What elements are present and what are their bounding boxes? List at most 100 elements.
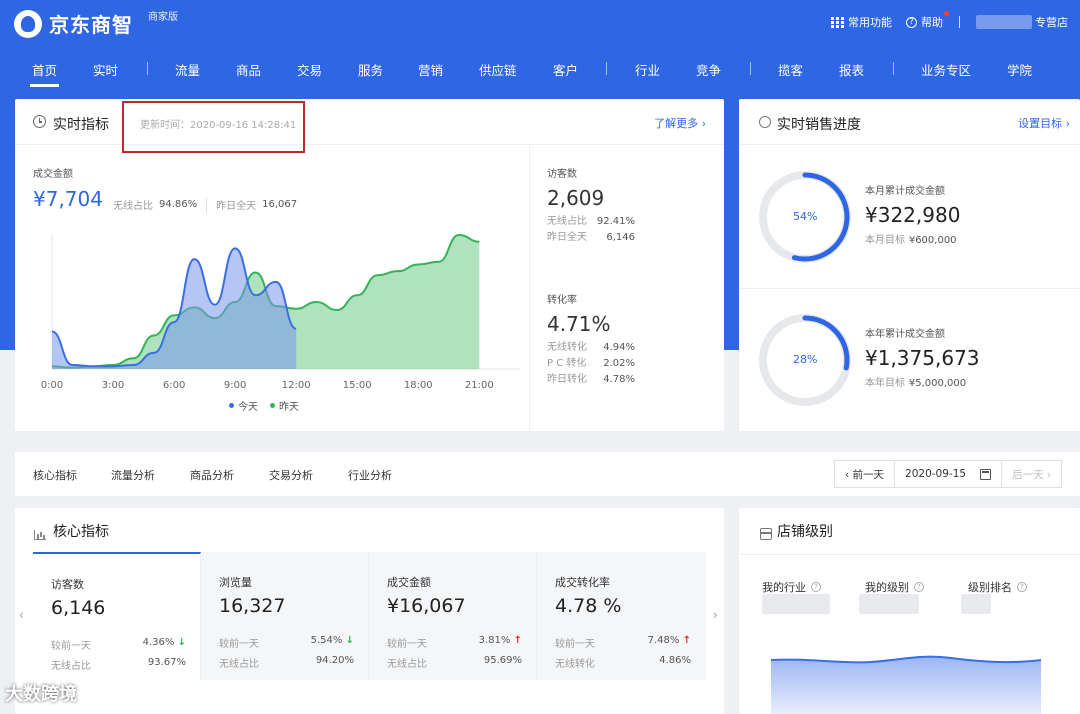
realtime-chart: 0:00 3:00 6:00 9:00 12:00 15:00 18:00 21:00: [41, 233, 520, 391]
tab-industry-analysis[interactable]: 行业分析: [348, 467, 392, 483]
divider: [739, 288, 1080, 289]
shop-suffix: 专营店: [1035, 16, 1068, 29]
brand-name: 京东商智: [49, 13, 133, 37]
year-label: 本年累计成交金额: [865, 329, 945, 340]
nav-separator: [893, 62, 894, 75]
common-functions-label: 常用功能: [848, 16, 892, 29]
update-time-highlight: [122, 101, 305, 153]
help-question-icon[interactable]: ?: [1017, 582, 1027, 592]
nav-item-home[interactable]: 首页: [29, 60, 60, 87]
visitors-label: 访客数: [547, 169, 577, 180]
yesterday-value: 16,067: [262, 199, 298, 210]
x-tick-label: 18:00: [404, 380, 433, 391]
shop-menu[interactable]: 专营店: [960, 14, 1068, 30]
nav-item-competition[interactable]: 竞争: [696, 60, 721, 79]
sub-label: 无线占比: [219, 659, 259, 670]
nav-item-reports[interactable]: 报表: [839, 60, 864, 79]
date-value: 2020-09-15: [905, 468, 967, 480]
metric-card-conversion[interactable]: 成交转化率 4.78 % 较前一天 7.48% ↑ 无线转化 4.86%: [537, 552, 705, 680]
store-icon: [760, 528, 772, 540]
year-stats: 本年累计成交金额 ¥1,375,673 本年目标 ¥5,000,000: [865, 325, 980, 389]
compare-label: 较前一天: [51, 641, 91, 652]
date-navigator: ‹ 前一天 2020-09-15 后一天 ›: [834, 460, 1063, 488]
conv-yesterday-value: 4.78%: [603, 374, 635, 385]
jd-logo-icon: [14, 9, 42, 38]
common-functions-button[interactable]: 常用功能: [831, 14, 892, 30]
month-percent: 54%: [793, 210, 818, 223]
nav-item-trade[interactable]: 交易: [297, 60, 322, 79]
level-trend-area: [771, 656, 1041, 714]
top-bar: 京东商智 商家版 常用功能 ? 帮助 专营店: [0, 0, 1080, 44]
nav-separator: [147, 62, 148, 75]
calendar-icon: [980, 468, 992, 480]
core-metrics-card: 核心指标 ‹ › 访客数 6,146 较前一天 4.36% ↓ 无线占比 93.67…: [15, 508, 724, 714]
level-rank-label: 级别排名: [968, 581, 1012, 594]
tab-trade-analysis[interactable]: 交易分析: [269, 467, 313, 483]
metric-card-sales[interactable]: 成交金额 ¥16,067 较前一天 3.81% ↑ 无线占比 95.69%: [369, 552, 537, 680]
progress-card-header: 实时销售进度 设置目标 ›: [739, 99, 1080, 145]
prev-day-button[interactable]: ‹ 前一天: [835, 461, 896, 487]
my-level-label: 我的级别: [865, 581, 909, 594]
nav-item-marketing[interactable]: 营销: [418, 60, 443, 79]
wireless-share-value: 94.86%: [159, 199, 198, 210]
arrow-down-icon: ↓: [345, 635, 354, 646]
help-icon: ?: [906, 16, 917, 28]
next-day-button[interactable]: 后一天 ›: [1002, 461, 1061, 487]
nav-item-realtime[interactable]: 实时: [93, 60, 118, 79]
compare-label: 较前一天: [555, 639, 595, 650]
divider: [739, 554, 1080, 555]
nav-item-traffic[interactable]: 流量: [175, 60, 200, 79]
industry-redacted: [762, 594, 830, 614]
year-target-label: 本年目标: [865, 378, 905, 389]
metric-value: ¥16,067: [387, 595, 466, 617]
realtime-title: 实时指标: [53, 117, 109, 133]
learn-more-link[interactable]: 了解更多 ›: [654, 115, 706, 131]
nav-item-customer[interactable]: 客户: [553, 60, 578, 79]
help-button[interactable]: ? 帮助: [906, 11, 949, 30]
nav-item-service[interactable]: 服务: [358, 60, 383, 79]
x-tick-label: 12:00: [282, 380, 311, 391]
x-tick-label: 9:00: [224, 380, 246, 391]
top-right-menu: 常用功能 ? 帮助 专营店: [817, 11, 1068, 30]
rank-redacted: [961, 594, 991, 614]
conv-yesterday-label: 昨日转化: [547, 374, 587, 385]
date-picker[interactable]: 2020-09-15: [895, 461, 1003, 487]
nav-item-acquire[interactable]: 揽客: [778, 60, 803, 79]
help-question-icon[interactable]: ?: [811, 582, 821, 592]
nav-item-business-zone[interactable]: 业务专区: [921, 60, 971, 79]
legend-dot-yesterday: [270, 403, 275, 408]
conversion-label: 转化率: [547, 295, 577, 306]
conv-pc-value: 2.02%: [603, 358, 635, 369]
tab-product-analysis[interactable]: 商品分析: [190, 467, 234, 483]
arrow-down-icon: ↓: [177, 637, 186, 648]
visitors-value: 2,609: [547, 186, 605, 210]
metric-card-pageviews[interactable]: 浏览量 16,327 较前一天 5.54% ↓ 无线占比 94.20%: [201, 552, 369, 680]
nav-item-supply-chain[interactable]: 供应链: [479, 60, 517, 79]
sales-progress-card: 实时销售进度 设置目标 › 54% 本月累计成交金额 ¥322,980 本月目标…: [739, 99, 1080, 431]
prev-arrow-icon[interactable]: ‹: [19, 608, 24, 622]
notification-dot: [944, 11, 949, 16]
tab-core-metrics[interactable]: 核心指标: [33, 467, 77, 483]
conversion-block: 转化率 4.71% 无线转化 4.94% P C 转化 2.02% 昨日转化 4.78…: [547, 291, 635, 388]
legend-today[interactable]: 今天: [238, 398, 258, 413]
legend-dot-today: [229, 403, 234, 408]
conv-wireless-value: 4.94%: [603, 342, 635, 353]
nav-item-industry[interactable]: 行业: [635, 60, 660, 79]
chart-legend: 今天 昨天: [229, 398, 299, 413]
brand-logo[interactable]: 京东商智: [14, 9, 133, 38]
yesterday-label: 昨日全天: [216, 201, 257, 212]
metric-card-visitors[interactable]: 访客数 6,146 较前一天 4.36% ↓ 无线占比 93.67%: [33, 552, 201, 680]
help-question-icon[interactable]: ?: [914, 582, 924, 592]
nav-item-product[interactable]: 商品: [236, 60, 261, 79]
metric-label: 成交金额: [387, 576, 431, 589]
nav-separator: [606, 62, 607, 75]
sub-value: 95.69%: [483, 655, 522, 666]
nav-item-academy[interactable]: 学院: [1007, 60, 1032, 79]
grid-icon: [831, 16, 844, 28]
set-target-link[interactable]: 设置目标 ›: [1018, 115, 1070, 131]
conv-pc-label: P C 转化: [547, 358, 587, 369]
edition-badge: 商家版: [148, 12, 178, 23]
tab-traffic-analysis[interactable]: 流量分析: [111, 467, 155, 483]
next-arrow-icon[interactable]: ›: [713, 608, 718, 622]
legend-yesterday[interactable]: 昨天: [279, 398, 299, 413]
